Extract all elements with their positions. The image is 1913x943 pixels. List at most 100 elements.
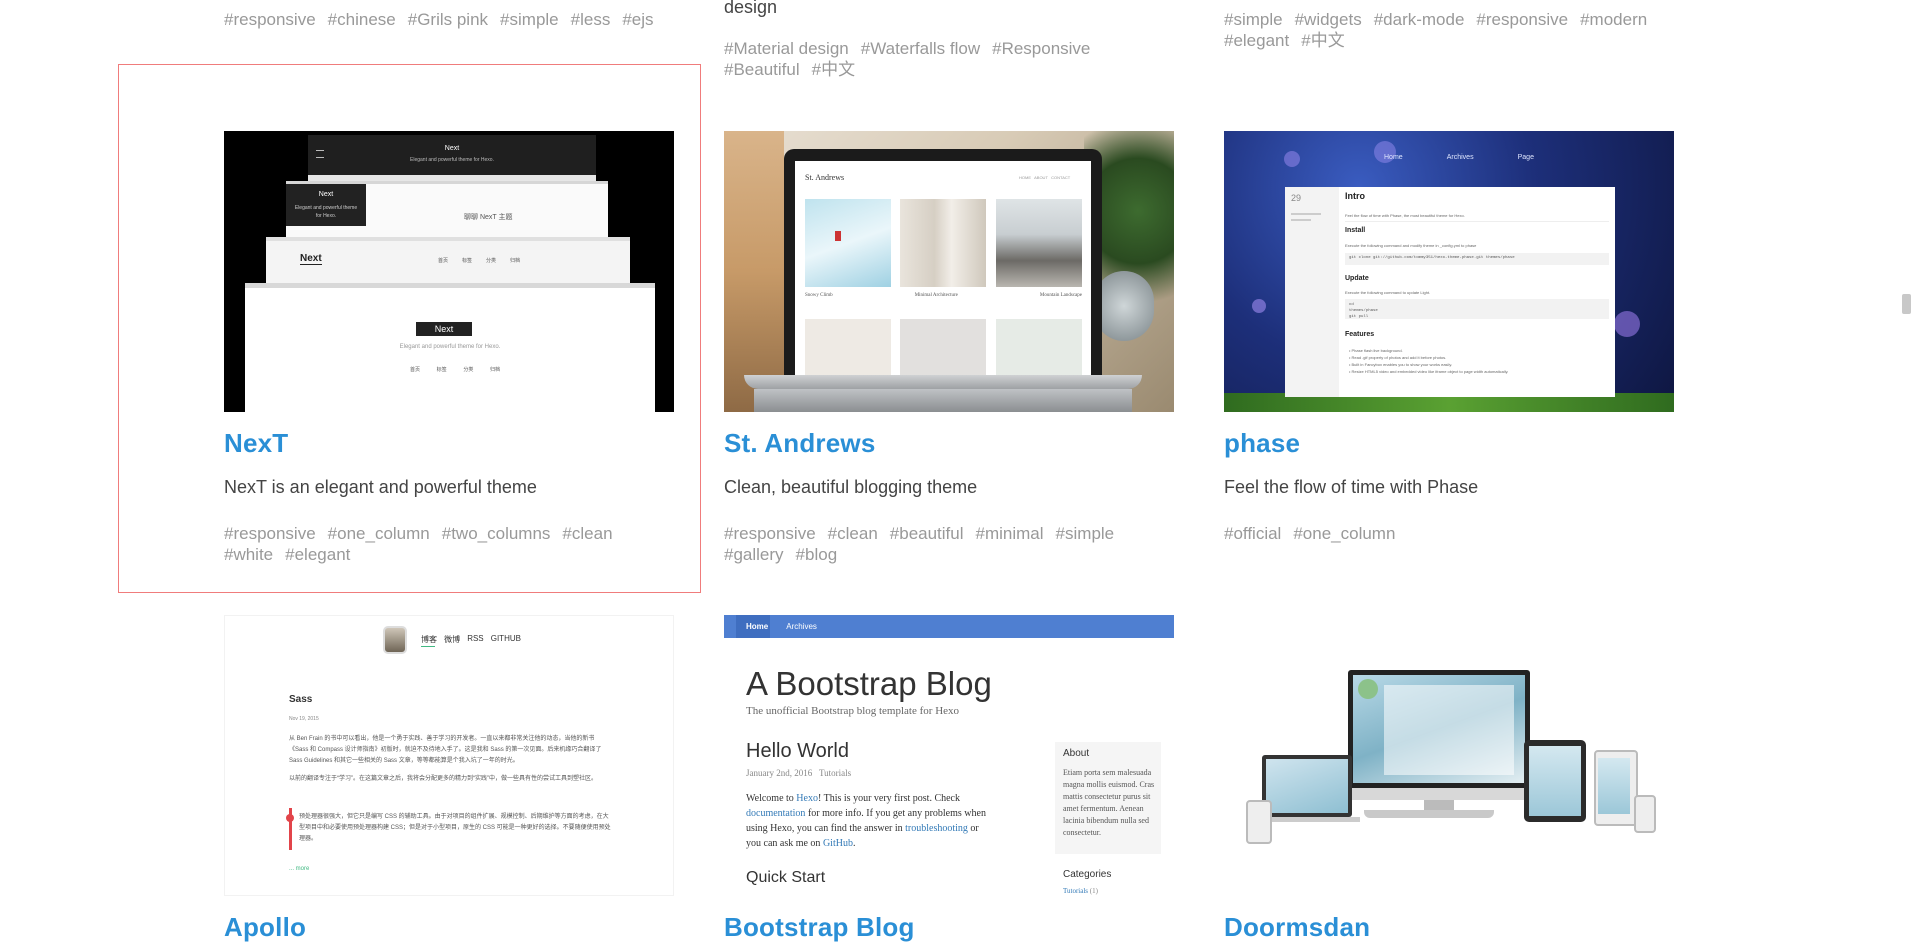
tag-link[interactable]: #responsive bbox=[1476, 9, 1568, 30]
theme-screenshot[interactable]: Next Elegant and powerful theme for Hexo… bbox=[224, 131, 674, 412]
tag-link[interactable]: #中文 bbox=[812, 59, 855, 80]
tag-link[interactable]: #Responsive bbox=[992, 38, 1090, 59]
shot-sidebar-heading: About bbox=[1063, 748, 1090, 759]
scrollbar[interactable] bbox=[1898, 0, 1913, 927]
tag-link[interactable]: #elegant bbox=[285, 544, 350, 565]
card-description: NexT is an elegant and powerful theme bbox=[224, 477, 537, 497]
theme-screenshot[interactable]: Home Archives Page 29 Intro Feel the flow … bbox=[1224, 131, 1674, 412]
card-tags: #simple #widgets #dark-mode #responsive #mod… bbox=[1224, 9, 1684, 51]
shot-code: git clone git://github.com/tommy351/hexo… bbox=[1349, 256, 1515, 260]
shot-nav-item: 分类 bbox=[486, 258, 497, 264]
shot-category-count: (1) bbox=[1089, 887, 1098, 895]
tag-link[interactable]: #responsive bbox=[224, 523, 316, 544]
shot-logo: St. Andrews bbox=[805, 173, 845, 182]
shot-category: Tutorials bbox=[819, 768, 852, 778]
shot-nav-item: 首页 bbox=[410, 367, 421, 373]
tag-link[interactable]: #blog bbox=[796, 544, 838, 565]
card-description: Feel the flow of time with Phase bbox=[1224, 477, 1479, 497]
tag-link[interactable]: #Grils pink bbox=[408, 9, 488, 30]
shot-nav: 博客 微博 RSS GITHUB bbox=[421, 634, 521, 645]
shot-nav-item: 归档 bbox=[510, 258, 521, 264]
shot-title: Next bbox=[318, 191, 334, 198]
tag-link[interactable]: #white bbox=[224, 544, 273, 565]
card-tags: #responsive #chinese #Grils pink #simple #le… bbox=[224, 9, 684, 30]
card-tags: #responsive #one_column #two_columns #clean… bbox=[224, 523, 684, 565]
shot-subtitle: Elegant and powerful theme for Hexo. bbox=[410, 157, 494, 163]
shot-heading: Update bbox=[1345, 275, 1369, 282]
card-description: design bbox=[724, 0, 778, 17]
shot-nav-item: 微博 bbox=[444, 635, 461, 644]
tag-link[interactable]: #widgets bbox=[1295, 9, 1362, 30]
shot-caption: Mountain Landscape bbox=[1039, 293, 1082, 298]
shot-list-item: • Resize HTML5 video and embedded video … bbox=[1349, 369, 1509, 374]
tag-link[interactable]: #responsive bbox=[724, 523, 816, 544]
tag-link[interactable]: #minimal bbox=[976, 523, 1044, 544]
shot-date: January 2nd, 2016 bbox=[746, 768, 813, 778]
shot-nav-item: GITHUB bbox=[490, 634, 521, 643]
theme-title-link[interactable]: Doormsdan bbox=[1224, 912, 1370, 943]
theme-screenshot[interactable]: St. Andrews HOME ABOUT CONTACT Snowy Cli… bbox=[724, 131, 1174, 412]
shot-text: 从 Ben Frain 的书中可以看出，他是一个勇于实践、善于学习的开发者。一直… bbox=[289, 736, 602, 764]
tag-link[interactable]: #two_columns bbox=[442, 523, 551, 544]
shot-subtitle: Elegant and powerful theme for Hexo. bbox=[294, 205, 358, 219]
shot-nav-item: 分类 bbox=[463, 367, 474, 373]
shot-heading: 聊聊 NexT 主题 bbox=[464, 214, 513, 221]
theme-title-link[interactable]: phase bbox=[1224, 428, 1300, 459]
shot-nav: 首页 标签 分类 归档 bbox=[410, 366, 500, 373]
tag-link[interactable]: #simple bbox=[1056, 523, 1115, 544]
tag-link[interactable]: #中文 bbox=[1301, 30, 1344, 51]
tag-link[interactable]: #clean bbox=[828, 523, 878, 544]
shot-nav: Home Archives Page bbox=[1384, 154, 1534, 161]
theme-title-link[interactable]: St. Andrews bbox=[724, 428, 875, 459]
shot-text: Execute the following command to update … bbox=[1345, 290, 1431, 295]
tag-link[interactable]: #ejs bbox=[622, 9, 653, 30]
theme-title-link[interactable]: NexT bbox=[224, 428, 288, 459]
theme-screenshot[interactable]: Home Archives A Bootstrap Blog The unoffi… bbox=[724, 615, 1174, 896]
tag-link[interactable]: #gallery bbox=[724, 544, 784, 565]
shot-text: Execute the following command and modify… bbox=[1345, 243, 1477, 248]
shot-heading: Install bbox=[1345, 227, 1366, 234]
shot-heading: Quick Start bbox=[746, 869, 826, 886]
shot-nav: Home Archives bbox=[746, 622, 835, 631]
shot-nav: 首页 标签 分类 归档 bbox=[438, 257, 534, 264]
shot-list-item: • Phase flash live background. bbox=[1349, 348, 1403, 353]
tag-link[interactable]: #Beautiful bbox=[724, 59, 800, 80]
tag-link[interactable]: #Material design bbox=[724, 38, 849, 59]
tag-link[interactable]: #official bbox=[1224, 523, 1281, 544]
theme-title-link[interactable]: Bootstrap Blog bbox=[724, 912, 915, 943]
shot-text: Welcome to Hexo! This is your very first… bbox=[746, 793, 986, 849]
tag-link[interactable]: #less bbox=[571, 9, 611, 30]
tag-link[interactable]: #beautiful bbox=[890, 523, 964, 544]
theme-screenshot[interactable] bbox=[1224, 615, 1674, 896]
theme-screenshot[interactable]: 博客 微博 RSS GITHUB Sass Nov 19, 2015 从 Ben Fr… bbox=[224, 615, 674, 896]
tag-link[interactable]: #one_column bbox=[328, 523, 430, 544]
shot-heading: Features bbox=[1345, 331, 1375, 338]
shot-nav-item: 标签 bbox=[436, 367, 447, 373]
card-tags: #responsive #clean #beautiful #minimal #simp… bbox=[724, 523, 1184, 565]
tag-link[interactable]: #simple bbox=[500, 9, 559, 30]
shot-nav-item: 首页 bbox=[438, 258, 449, 264]
shot-subtitle: Elegant and powerful theme for Hexo. bbox=[399, 344, 501, 350]
shot-quote: 预处理器很强大，但它只是编写 CSS 的辅助工具。由于对项目的组件扩展、规模控制… bbox=[299, 814, 611, 842]
tag-link[interactable]: #simple bbox=[1224, 9, 1283, 30]
tag-link[interactable]: #one_column bbox=[1293, 523, 1395, 544]
shot-nav-item: 归档 bbox=[489, 367, 500, 373]
scrollbar-thumb[interactable] bbox=[1902, 294, 1911, 314]
tag-link[interactable]: #responsive bbox=[224, 9, 316, 30]
shot-text: Feel the flow of time with Phase, the mo… bbox=[1345, 213, 1465, 218]
tag-link[interactable]: #dark-mode bbox=[1374, 9, 1465, 30]
card-tags: #official #one_column bbox=[1224, 523, 1684, 544]
tag-link[interactable]: #chinese bbox=[328, 9, 396, 30]
shot-heading: Hello World bbox=[746, 740, 849, 762]
shot-heading: Intro bbox=[1345, 191, 1365, 201]
tag-link[interactable]: #Waterfalls flow bbox=[861, 38, 980, 59]
shot-nav-item: 博客 bbox=[421, 635, 437, 644]
shot-more-link: ... more bbox=[289, 866, 310, 872]
tag-link[interactable]: #clean bbox=[562, 523, 612, 544]
card-description: Clean, beautiful blogging theme bbox=[724, 477, 978, 497]
shot-nav-item: Page bbox=[1517, 154, 1534, 161]
tag-link[interactable]: #elegant bbox=[1224, 30, 1289, 51]
tag-link[interactable]: #modern bbox=[1580, 9, 1647, 30]
shot-heading: Sass bbox=[289, 694, 313, 705]
theme-title-link[interactable]: Apollo bbox=[224, 912, 306, 943]
